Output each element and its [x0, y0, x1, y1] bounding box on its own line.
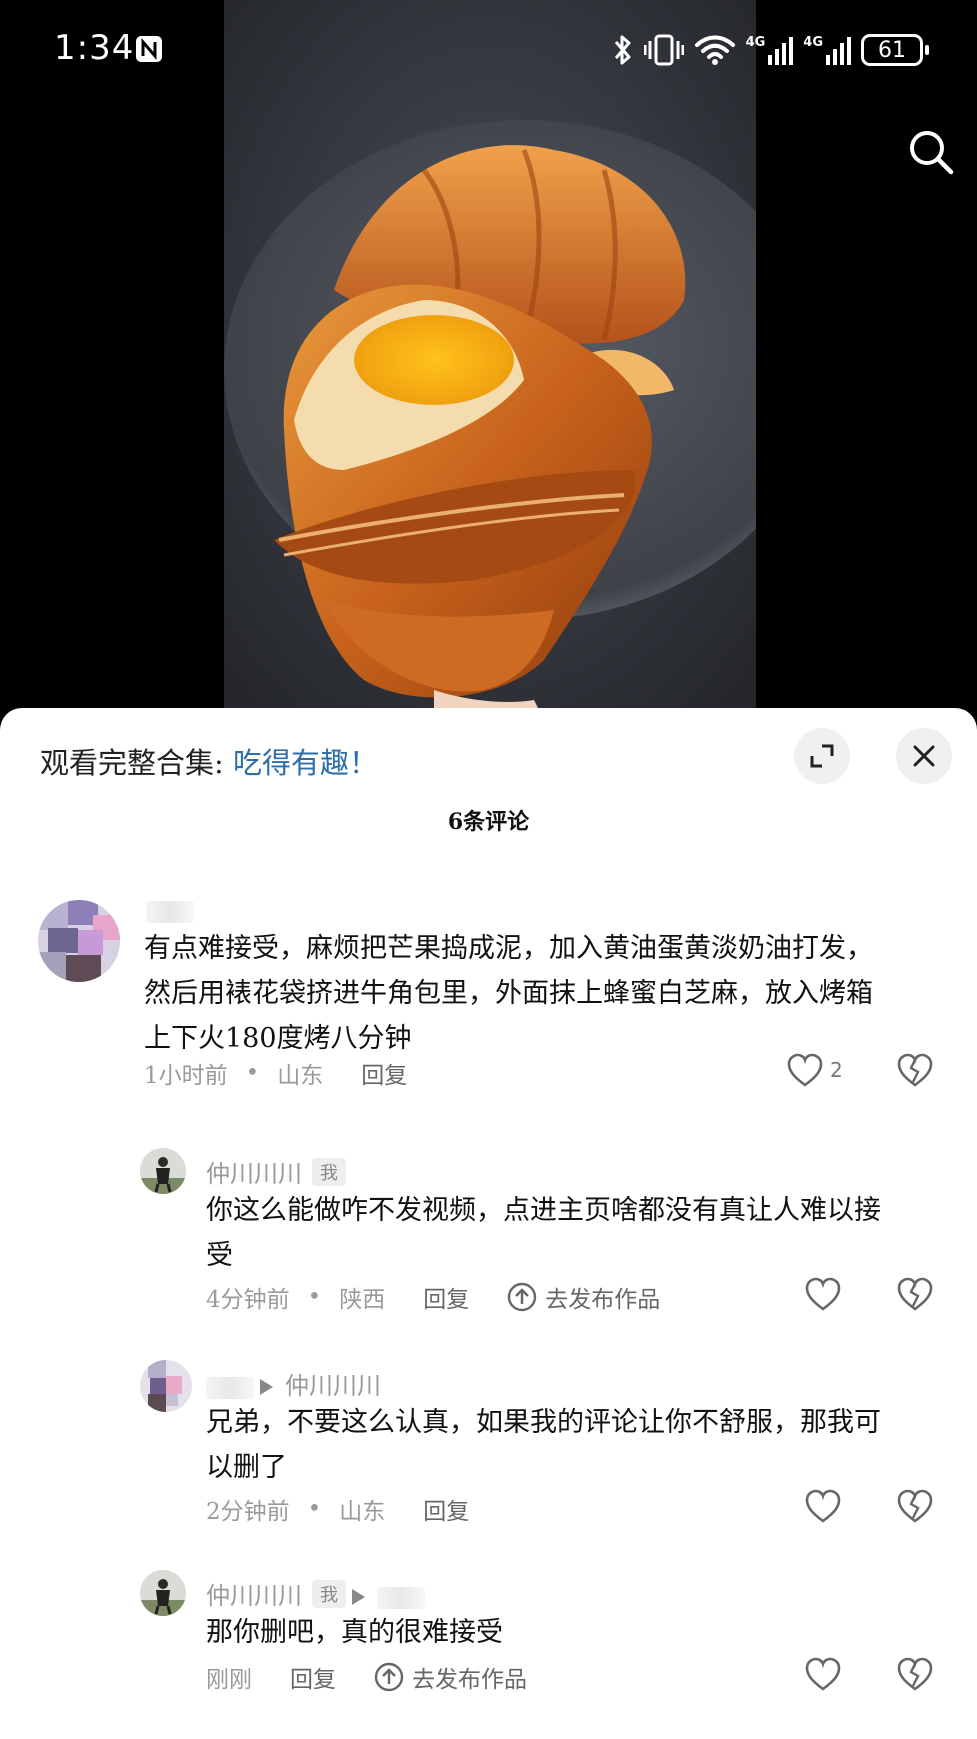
reply-button[interactable]: 回复 [290, 1660, 336, 1694]
expand-icon [810, 744, 834, 768]
signal-bars-icon [768, 37, 794, 65]
separator-dot: • [245, 1060, 260, 1086]
comment-count: 6条评论 [447, 809, 530, 835]
blurred-name [146, 900, 194, 923]
reply-button[interactable]: 回复 [423, 1492, 469, 1526]
nfc-icon [136, 36, 162, 62]
comment-time: 4分钟前 [206, 1287, 290, 1313]
comment-author[interactable] [146, 896, 194, 924]
separator-dot: • [307, 1496, 322, 1522]
comment-text-line: 你这么能做咋不发视频，点进主页啥都没有真让人难以接 [206, 1195, 881, 1226]
avatar[interactable] [38, 900, 120, 982]
avatar[interactable] [140, 1360, 192, 1412]
reply-button[interactable]: 回复 [361, 1056, 407, 1090]
avatar[interactable] [140, 1148, 186, 1194]
collection-prefix: 观看完整合集: [40, 746, 224, 780]
comment-author[interactable]: 仲川川川我 [206, 1576, 425, 1611]
comment-location: 山东 [277, 1063, 324, 1089]
comment-text-line: 然后用裱花袋挤进牛角包里，外面抹上蜂蜜白芝麻，放入烤箱 [144, 978, 873, 1009]
comment-text: 你这么能做咋不发视频，点进主页啥都没有真让人难以接 受 [206, 1188, 946, 1278]
like-count: 2 [830, 1058, 843, 1082]
search-icon[interactable] [907, 128, 955, 176]
battery-level: 61 [878, 37, 906, 63]
me-badge: 我 [312, 1580, 346, 1608]
comment-author[interactable]: 仲川川川 [206, 1366, 381, 1401]
reply-to-name[interactable]: 仲川川川 [285, 1372, 381, 1400]
comment-time: 刚刚 [206, 1667, 252, 1693]
collection-link[interactable]: 吃得有趣！ [233, 746, 378, 780]
upload-icon [508, 1282, 537, 1312]
publish-button[interactable]: 去发布作品 [374, 1660, 527, 1694]
publish-label: 去发布作品 [412, 1667, 527, 1693]
status-bar: 1:34 4G 4G 61 [0, 0, 977, 100]
blurred-reply-to-name [377, 1586, 425, 1609]
me-badge: 我 [312, 1158, 346, 1186]
comment-meta: 2分钟前 • 山东 回复 [206, 1492, 469, 1526]
comment-meta: 1小时前 • 山东 回复 [144, 1056, 407, 1090]
comment-time: 2分钟前 [206, 1499, 290, 1525]
blurred-name [206, 1376, 254, 1399]
comment-text-line: 兄弟，不要这么认真，如果我的评论让你不舒服，那我可 [206, 1407, 881, 1438]
broken-heart-icon[interactable] [896, 1488, 934, 1524]
author-name: 仲川川川 [206, 1582, 302, 1610]
comment-text: 那你删吧，真的很难接受 [206, 1610, 946, 1655]
signal-bars-icon [826, 37, 851, 65]
comment-panel: 观看完整合集: 吃得有趣！ 6条评论 有点难接受，麻烦把芒果捣成泥，加入黄油蛋黄… [0, 708, 977, 1739]
publish-label: 去发布作品 [545, 1287, 661, 1313]
like-button[interactable]: 2 [786, 1052, 843, 1088]
comment-location: 陕西 [339, 1287, 386, 1313]
separator-dot: • [307, 1284, 322, 1310]
comment-text-line: 以删了 [206, 1452, 287, 1483]
signal-1: 4G [746, 35, 794, 65]
publish-button[interactable]: 去发布作品 [507, 1280, 660, 1314]
broken-heart-icon[interactable] [896, 1656, 934, 1692]
close-button[interactable] [896, 728, 952, 784]
heart-icon[interactable] [804, 1276, 842, 1312]
battery-indicator: 61 [861, 34, 929, 66]
heart-icon[interactable] [804, 1656, 842, 1692]
wifi-icon [694, 35, 735, 65]
broken-heart-icon[interactable] [896, 1052, 934, 1088]
comment-text: 兄弟，不要这么认真，如果我的评论让你不舒服，那我可 以删了 [206, 1400, 946, 1490]
comment-meta: 4分钟前 • 陕西 回复 去发布作品 [206, 1280, 660, 1314]
reply-to-arrow [260, 1379, 273, 1395]
comment-text-line: 受 [206, 1240, 233, 1271]
comment-time: 1小时前 [144, 1063, 228, 1089]
broken-heart-icon[interactable] [896, 1276, 934, 1312]
video-frame [224, 0, 756, 720]
heart-icon[interactable] [804, 1488, 842, 1524]
collection-row[interactable]: 观看完整合集: 吃得有趣！ [40, 740, 378, 782]
comment-text-line: 有点难接受，麻烦把芒果捣成泥，加入黄油蛋黄淡奶油打发， [144, 933, 873, 964]
video-player[interactable] [0, 0, 977, 720]
status-time: 1:34 [54, 28, 135, 68]
croissant-image [224, 0, 756, 720]
heart-icon [787, 1053, 823, 1087]
comment-author[interactable]: 仲川川川我 [206, 1154, 346, 1189]
close-icon [913, 745, 935, 767]
status-icons: 4G 4G 61 [612, 30, 929, 70]
comment-location: 山东 [339, 1499, 386, 1525]
comment-text-line: 那你删吧，真的很难接受 [206, 1617, 503, 1648]
vibrate-icon [643, 34, 684, 66]
upload-icon [374, 1662, 404, 1692]
bluetooth-icon [614, 35, 631, 65]
author-name: 仲川川川 [206, 1160, 302, 1188]
signal-2: 4G [803, 35, 851, 65]
comment-meta: 刚刚 回复 去发布作品 [206, 1660, 527, 1694]
expand-button[interactable] [794, 728, 850, 784]
reply-to-arrow [352, 1589, 365, 1605]
avatar[interactable] [140, 1570, 186, 1616]
reply-button[interactable]: 回复 [423, 1280, 469, 1314]
comment-text: 有点难接受，麻烦把芒果捣成泥，加入黄油蛋黄淡奶油打发， 然后用裱花袋挤进牛角包里… [144, 926, 944, 1061]
